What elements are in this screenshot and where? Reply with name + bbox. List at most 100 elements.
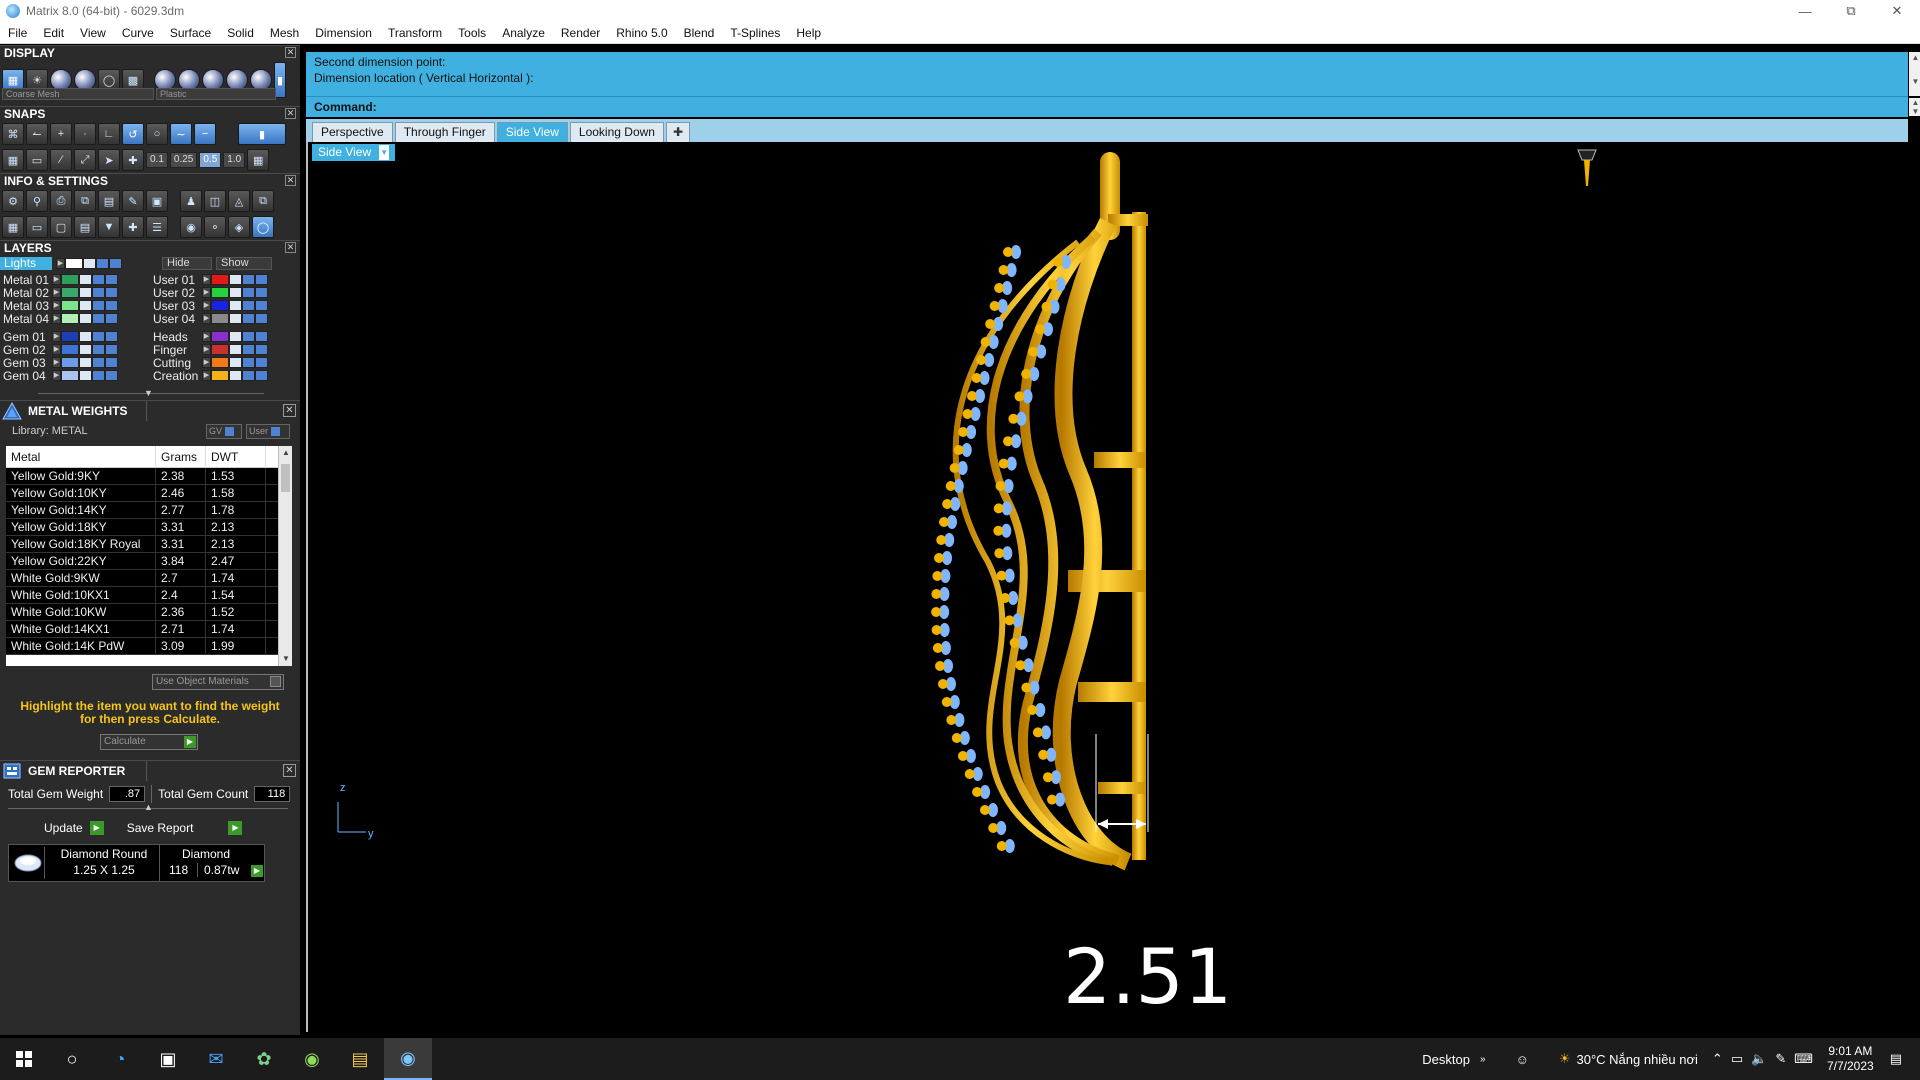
visible-icon[interactable] <box>105 287 118 298</box>
perp-snap-icon[interactable]: ∟ <box>98 123 120 145</box>
table-row[interactable]: Yellow Gold:9KY 2.38 1.53 <box>6 468 292 485</box>
save-report-button[interactable]: Save Report <box>127 821 194 835</box>
grid-snap-icon[interactable]: ▦ <box>2 149 24 171</box>
lock-icon[interactable] <box>229 370 242 381</box>
matrix-app-icon[interactable]: ◉ <box>384 1038 432 1080</box>
user-toggle[interactable]: User <box>246 424 290 439</box>
layer-name[interactable]: Gem 04 <box>0 369 52 383</box>
command-scroll[interactable]: ▲ ▼ <box>1909 98 1920 116</box>
layer-color-swatch[interactable] <box>211 313 229 324</box>
update-button[interactable]: Update <box>44 821 83 835</box>
close-icon[interactable]: ✕ <box>283 404 296 417</box>
close-icon[interactable]: ✕ <box>285 108 296 119</box>
visible-icon[interactable] <box>242 331 255 342</box>
scroll-down-icon[interactable]: ▼ <box>279 652 293 666</box>
layer-row[interactable]: Metal 03 ▶ <box>0 299 118 313</box>
table-row[interactable]: Yellow Gold:10KY 2.46 1.58 <box>6 485 292 502</box>
layer-row[interactable]: Heads ▶ <box>150 330 268 344</box>
history-scrollbar[interactable]: ▲ ▼ <box>1909 52 1920 96</box>
menu-mesh[interactable]: Mesh <box>262 26 307 40</box>
layer-name[interactable]: Gem 03 <box>0 356 52 370</box>
layer-name[interactable]: Metal 02 <box>0 286 52 300</box>
gem-icon[interactable]: ◈ <box>228 216 250 238</box>
lock-icon[interactable] <box>79 274 92 285</box>
weather-text[interactable]: 30°C Nắng nhiều nơi <box>1577 1052 1698 1067</box>
visible-icon[interactable] <box>105 357 118 368</box>
layer-color-swatch[interactable] <box>211 287 229 298</box>
volume-icon[interactable]: 🔈 <box>1751 1051 1767 1067</box>
use-object-materials-toggle[interactable]: Use Object Materials <box>152 674 284 690</box>
save-report-play-icon[interactable]: ▶ <box>228 821 243 835</box>
tab-perspective[interactable]: Perspective <box>312 122 393 142</box>
lock-icon[interactable] <box>79 357 92 368</box>
table-row[interactable]: Yellow Gold:22KY 3.84 2.47 <box>6 553 292 570</box>
close-icon[interactable]: ✕ <box>285 47 296 58</box>
layer-icon[interactable]: ▤ <box>74 216 96 238</box>
move-snap-icon[interactable]: ✚ <box>122 149 144 171</box>
layer-row[interactable]: Gem 04 ▶ <box>0 369 118 383</box>
lock-icon[interactable] <box>79 331 92 342</box>
layer-arrow-icon[interactable]: ▶ <box>52 274 61 285</box>
menu-edit[interactable]: Edit <box>35 26 72 40</box>
layer-name[interactable]: Metal 04 <box>0 312 52 326</box>
app-green-icon[interactable]: ◉ <box>288 1038 336 1080</box>
tab-through-finger[interactable]: Through Finger <box>394 122 495 142</box>
layer-row[interactable]: User 04 ▶ <box>150 312 268 326</box>
visible-icon[interactable] <box>242 313 255 324</box>
expand-icon[interactable]: ▼ <box>144 388 153 398</box>
lock-icon[interactable] <box>79 287 92 298</box>
layer-arrow-icon[interactable]: ▶ <box>52 357 61 368</box>
layer-row[interactable]: Gem 02 ▶ <box>0 343 118 357</box>
search-icon[interactable]: ○ <box>48 1038 96 1080</box>
visible-icon[interactable] <box>105 370 118 381</box>
close-icon[interactable]: ✕ <box>283 764 296 777</box>
gem-select-icon[interactable]: ▶ <box>251 865 263 877</box>
visible-icon[interactable] <box>96 258 109 269</box>
viewport[interactable]: Side View ▼ 2.51 z y <box>306 142 1912 1032</box>
layer-name[interactable]: Gem 01 <box>0 330 52 344</box>
close-icon[interactable]: ✕ <box>285 175 296 186</box>
notes-icon[interactable]: ☰ <box>146 216 168 238</box>
layer-row[interactable]: User 02 ▶ <box>150 286 268 300</box>
layer-color-swatch[interactable] <box>61 274 79 285</box>
plane-snap-icon[interactable]: ▭ <box>26 149 48 171</box>
layer-arrow-icon[interactable]: ▶ <box>202 370 211 381</box>
snap-value-0-1[interactable]: 0.1 <box>146 152 168 168</box>
table-row[interactable]: White Gold:14K PdW 3.09 1.99 <box>6 638 292 655</box>
filter-icon[interactable]: ▼ <box>98 216 120 238</box>
table-row[interactable]: White Gold:9KW 2.7 1.74 <box>6 570 292 587</box>
visible-icon[interactable] <box>255 357 268 368</box>
knot-snap-icon[interactable]: − <box>194 123 216 145</box>
layer-arrow-icon[interactable]: ▶ <box>56 258 65 269</box>
layer-arrow-icon[interactable]: ▶ <box>202 300 211 311</box>
layer-row[interactable]: Finger ▶ <box>150 343 268 357</box>
layer-name[interactable]: Metal 03 <box>0 299 52 313</box>
line-snap-icon[interactable]: ∕ <box>50 149 72 171</box>
export-icon[interactable]: ⧉ <box>252 190 274 212</box>
visible-icon[interactable] <box>242 287 255 298</box>
gv-toggle[interactable]: GV <box>206 424 242 439</box>
mail-icon[interactable]: ✉ <box>192 1038 240 1080</box>
layer-color-swatch[interactable] <box>61 313 79 324</box>
visible-icon[interactable] <box>105 331 118 342</box>
layer-name[interactable]: Heads <box>150 330 202 344</box>
visible-icon[interactable] <box>242 357 255 368</box>
layer-name[interactable]: User 04 <box>150 312 202 326</box>
lock-icon[interactable] <box>229 313 242 324</box>
center-snap-icon[interactable]: ○ <box>146 123 168 145</box>
visible-icon[interactable] <box>242 344 255 355</box>
restore-button[interactable]: ⧉ <box>1828 0 1874 22</box>
material-select[interactable]: Plastic <box>156 88 276 100</box>
layer-row[interactable]: Metal 01 ▶ <box>0 273 118 287</box>
menu-transform[interactable]: Transform <box>380 26 450 40</box>
layer-name[interactable]: Gem 02 <box>0 343 52 357</box>
calculate-button[interactable]: Calculate ▶ <box>100 734 198 750</box>
visible-icon[interactable] <box>92 357 105 368</box>
layer-arrow-icon[interactable]: ▶ <box>52 344 61 355</box>
snap-value-0-25[interactable]: 0.25 <box>169 152 198 168</box>
layer-arrow-icon[interactable]: ▶ <box>52 331 61 342</box>
visible-icon[interactable] <box>92 274 105 285</box>
mesh-quality-select[interactable]: Coarse Mesh <box>2 88 154 100</box>
layer-name[interactable]: Finger <box>150 343 202 357</box>
close-icon[interactable]: ✕ <box>285 242 296 253</box>
